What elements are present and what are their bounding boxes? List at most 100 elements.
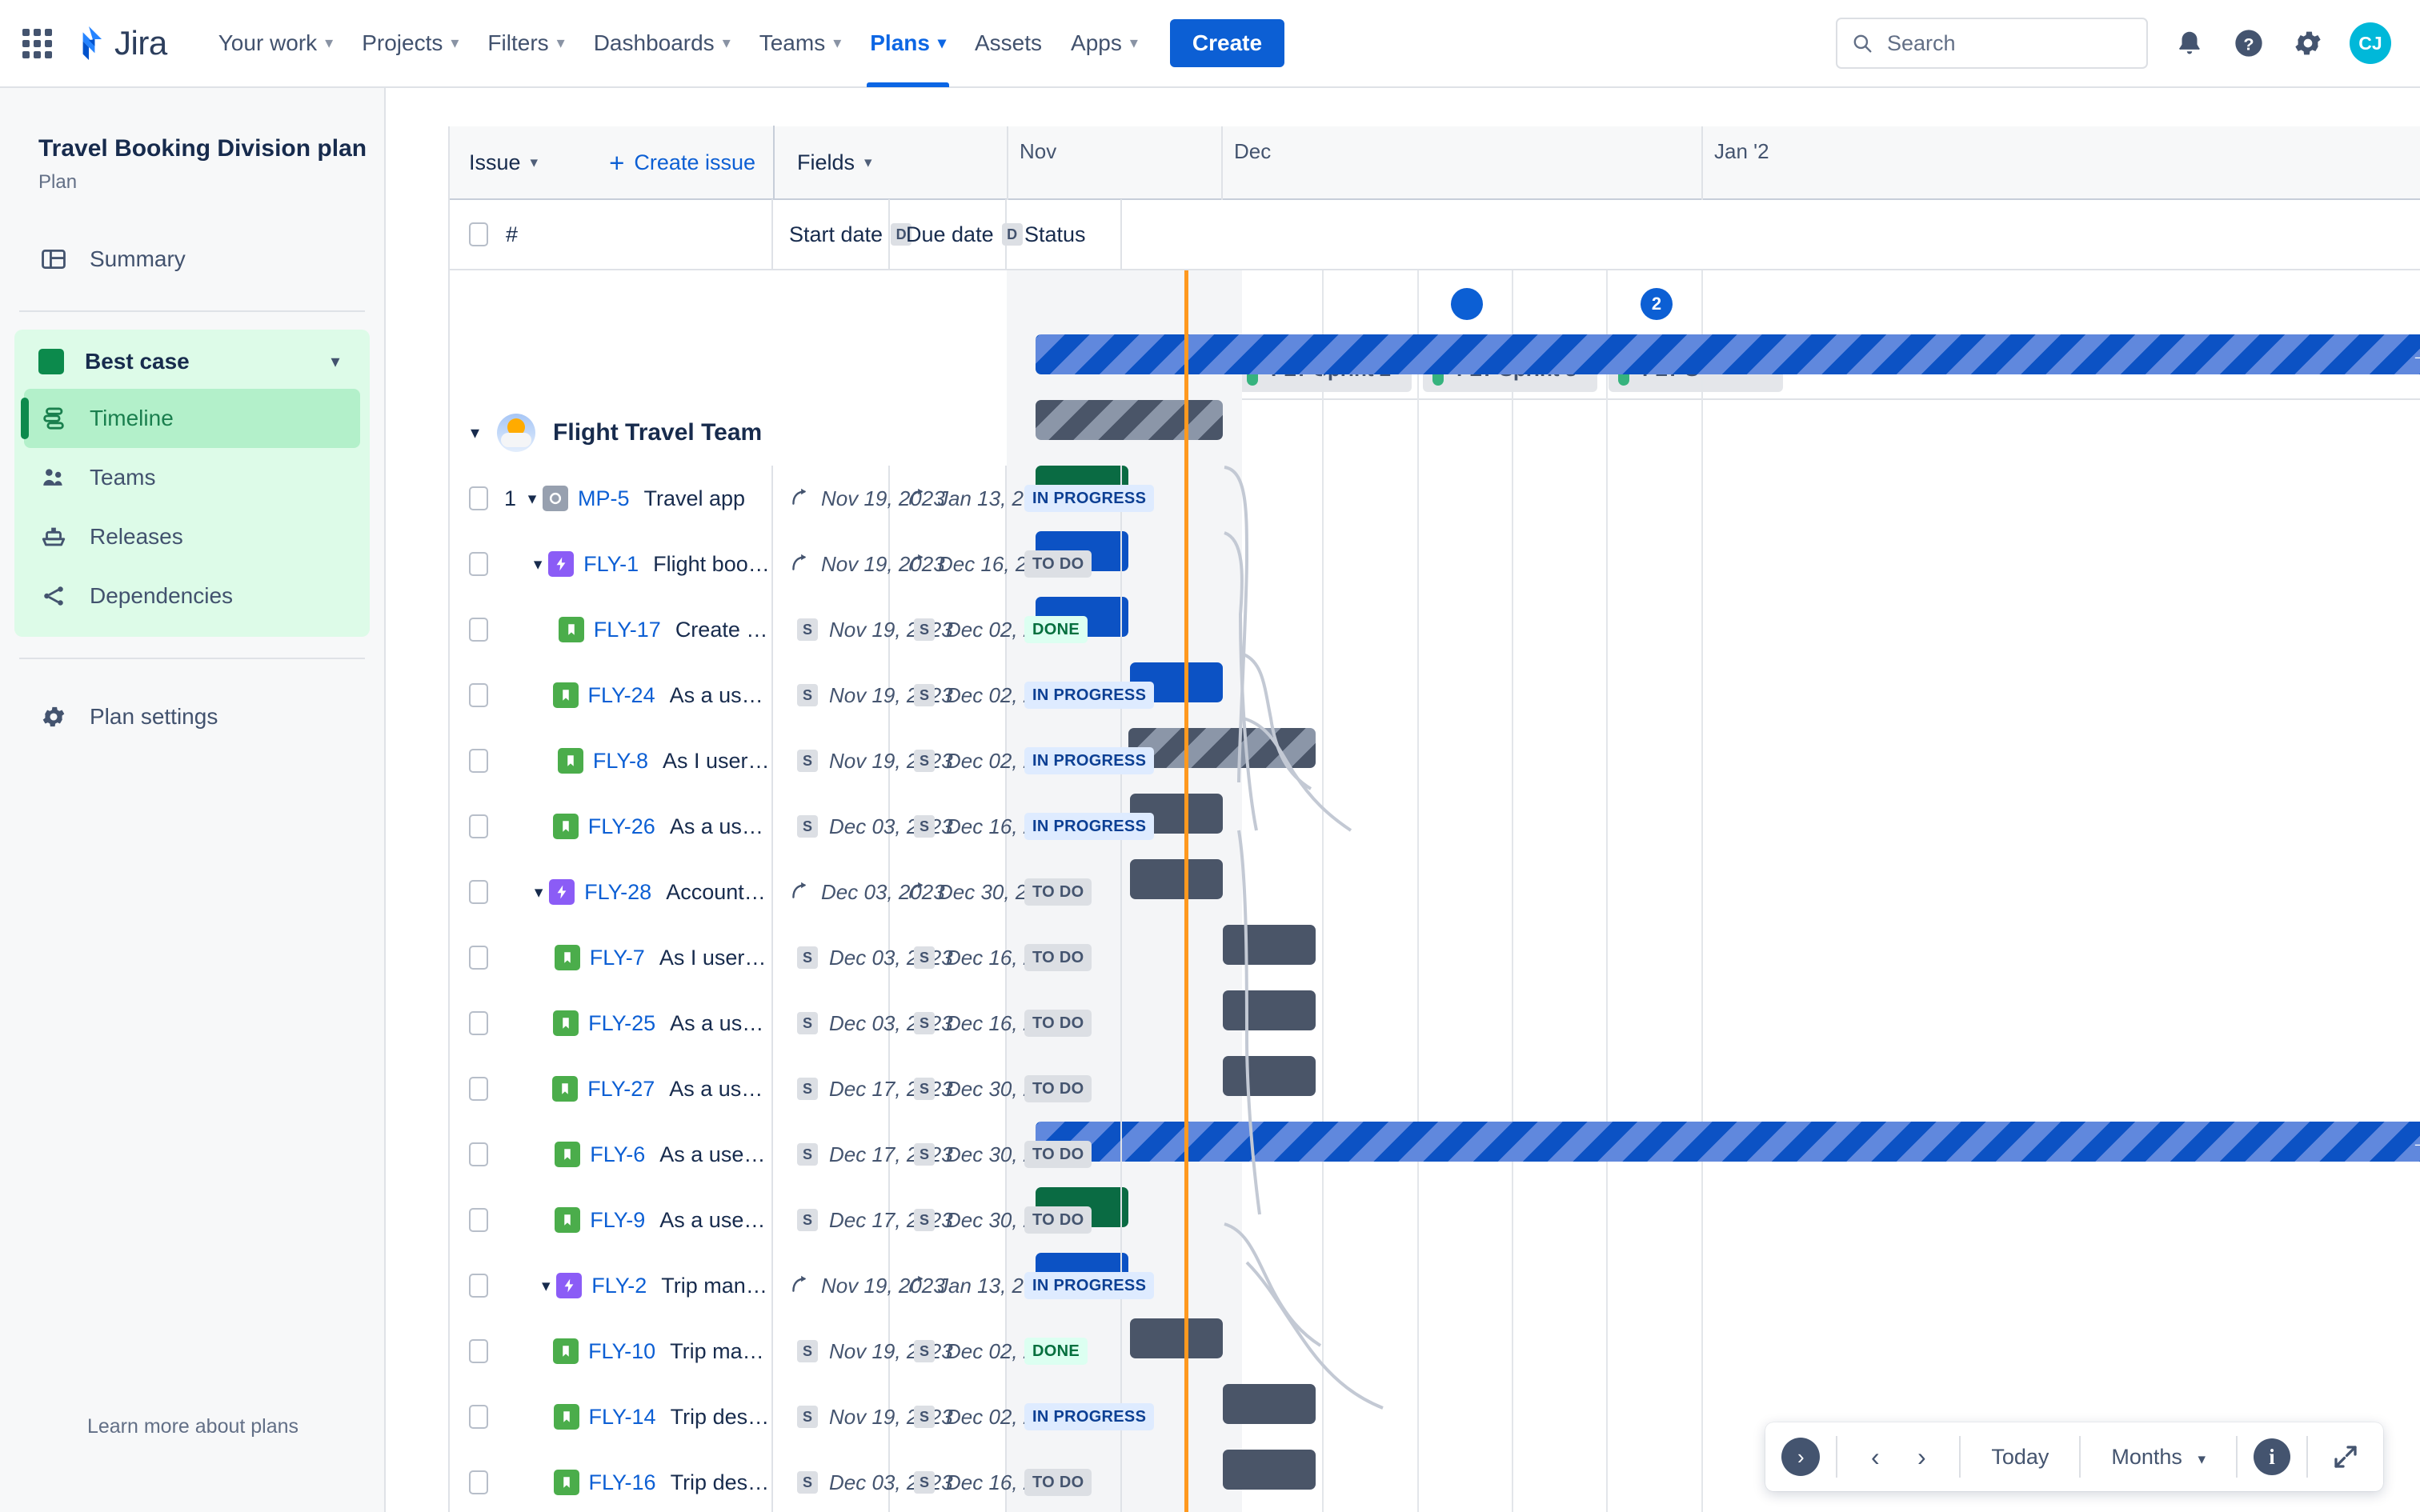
row-start-date-cell[interactable]: S Nov 19, 2023: [773, 1384, 953, 1450]
nav-item-teams[interactable]: Teams ▾: [745, 0, 856, 87]
issue-key-link[interactable]: MP-5: [578, 486, 630, 511]
row-due-date-cell[interactable]: S Dec 30, 2023: [890, 1187, 1070, 1253]
zoom-level-dropdown[interactable]: Months ▾: [2097, 1445, 2220, 1470]
search-input[interactable]: [1885, 30, 2132, 57]
row-checkbox[interactable]: [469, 1077, 488, 1101]
sidebar-item-teams[interactable]: Teams: [24, 448, 360, 507]
table-row[interactable]: FLY-10 Trip management backend …SNov 19, …: [450, 1318, 2420, 1384]
row-due-date-cell[interactable]: Jan 13, 2024: [890, 466, 1058, 531]
column-header-due-date[interactable]: Due date D: [890, 199, 1023, 270]
info-icon[interactable]: i: [2254, 1438, 2290, 1475]
row-due-date-cell[interactable]: S Dec 16, 2023: [890, 990, 1070, 1056]
jira-home-link[interactable]: Jira: [73, 24, 167, 62]
scenario-selector[interactable]: Best case ▾: [14, 334, 370, 389]
row-due-date-cell[interactable]: Dec 16, 2023: [890, 531, 1062, 597]
row-checkbox[interactable]: [469, 1142, 488, 1166]
row-due-date-cell[interactable]: S Dec 16, 2023: [890, 794, 1070, 859]
row-status-cell[interactable]: IN PROGRESS: [1007, 466, 1155, 531]
sidebar-item-releases[interactable]: Releases: [24, 507, 360, 566]
chevron-down-icon[interactable]: ▾: [522, 489, 543, 509]
row-status-cell[interactable]: TO DO: [1007, 990, 1122, 1056]
nav-item-projects[interactable]: Projects ▾: [347, 0, 473, 87]
status-badge[interactable]: TO DO: [1024, 1010, 1092, 1037]
expand-right-icon[interactable]: ›: [1781, 1438, 1821, 1476]
row-status-cell[interactable]: DONE: [1007, 1318, 1122, 1384]
row-status-cell[interactable]: TO DO: [1007, 1122, 1122, 1187]
row-start-date-cell[interactable]: S Dec 17, 2023: [773, 1187, 953, 1253]
table-row[interactable]: FLY-26As a user I can pay with cre…SDec …: [450, 794, 2420, 859]
column-header-status[interactable]: Status: [1007, 199, 1122, 270]
issue-key-link[interactable]: FLY-28: [584, 880, 651, 905]
chevron-down-icon[interactable]: ▾: [535, 1276, 556, 1296]
issue-key-link[interactable]: FLY-27: [587, 1077, 655, 1102]
table-row[interactable]: FLY-8 As I user I can book a flightSNov 1…: [450, 728, 2420, 794]
row-status-cell[interactable]: IN PROGRESS: [1007, 1253, 1155, 1318]
row-status-cell[interactable]: IN PROGRESS: [1007, 794, 1155, 859]
row-checkbox[interactable]: [469, 1274, 488, 1298]
gantt-bar[interactable]: →: [1036, 334, 2420, 374]
row-due-date-cell[interactable]: S Dec 02, 2023: [890, 1318, 1070, 1384]
row-start-date-cell[interactable]: Nov 19, 2023: [773, 466, 945, 531]
table-row[interactable]: FLY-17 Create new trips wizardSNov 19, 20…: [450, 597, 2420, 662]
issue-key-link[interactable]: FLY-17: [594, 618, 661, 642]
status-badge[interactable]: IN PROGRESS: [1024, 682, 1155, 709]
row-checkbox[interactable]: [469, 880, 488, 904]
issue-key-link[interactable]: FLY-24: [588, 683, 655, 708]
table-row[interactable]: ▾ FLY-28 Account managementDec 03, 2023Dec…: [450, 859, 2420, 925]
today-button[interactable]: Today: [1977, 1445, 2063, 1470]
chevron-down-icon[interactable]: ▾: [471, 422, 479, 443]
row-checkbox[interactable]: [469, 683, 488, 707]
chevron-down-icon[interactable]: ▾: [527, 554, 548, 574]
nav-item-apps[interactable]: Apps ▾: [1056, 0, 1152, 87]
row-checkbox[interactable]: [469, 1011, 488, 1035]
issue-key-link[interactable]: FLY-6: [590, 1142, 645, 1167]
row-due-date-cell[interactable]: S Dec 02, 2023: [890, 597, 1070, 662]
row-due-date-cell[interactable]: S Dec 30, 2023: [890, 1056, 1070, 1122]
notifications-icon[interactable]: [2172, 26, 2207, 61]
row-start-date-cell[interactable]: S Dec 03, 2023: [773, 990, 953, 1056]
row-due-date-cell[interactable]: Dec 30, 2023: [890, 859, 1062, 925]
nav-item-assets[interactable]: Assets: [960, 0, 1056, 87]
row-status-cell[interactable]: DONE: [1007, 597, 1122, 662]
learn-more-link[interactable]: Learn more about plans: [0, 1415, 386, 1438]
row-start-date-cell[interactable]: S Dec 03, 2023: [773, 1450, 953, 1512]
table-row[interactable]: FLY-7As I user I can edit my accou…SDec …: [450, 925, 2420, 990]
row-start-date-cell[interactable]: Dec 03, 2023: [773, 859, 945, 925]
row-due-date-cell[interactable]: S Dec 02, 2023: [890, 1384, 1070, 1450]
row-status-cell[interactable]: TO DO: [1007, 859, 1122, 925]
fullscreen-icon[interactable]: [2324, 1435, 2367, 1478]
row-status-cell[interactable]: TO DO: [1007, 1056, 1122, 1122]
nav-item-dashboards[interactable]: Dashboards ▾: [579, 0, 745, 87]
issue-key-link[interactable]: FLY-1: [583, 552, 639, 577]
status-badge[interactable]: TO DO: [1024, 1469, 1092, 1496]
row-start-date-cell[interactable]: S Dec 03, 2023: [773, 925, 953, 990]
table-row[interactable]: ▾ FLY-2 Trip managementNov 19, 2023Jan 13,…: [450, 1253, 2420, 1318]
row-due-date-cell[interactable]: S Dec 02, 2023: [890, 662, 1070, 728]
row-start-date-cell[interactable]: S Nov 19, 2023: [773, 662, 953, 728]
row-start-date-cell[interactable]: S Nov 19, 2023: [773, 1318, 953, 1384]
table-row[interactable]: 1 ▾ MP-5 Travel app Nov 19, 2023 Jan 13, 2024…: [450, 466, 2420, 531]
table-row[interactable]: FLY-9As a user I can log into the s…SDec…: [450, 1187, 2420, 1253]
row-start-date-cell[interactable]: S Nov 19, 2023: [773, 728, 953, 794]
sidebar-item-summary[interactable]: Summary: [14, 229, 370, 290]
nav-item-filters[interactable]: Filters ▾: [473, 0, 579, 87]
user-avatar[interactable]: CJ: [2350, 22, 2391, 64]
create-button[interactable]: Create: [1169, 19, 1285, 67]
row-status-cell[interactable]: TO DO: [1007, 531, 1122, 597]
status-badge[interactable]: DONE: [1024, 1338, 1088, 1365]
row-checkbox[interactable]: [469, 1208, 488, 1232]
issue-filter-dropdown[interactable]: Issue ▾: [469, 150, 538, 175]
nav-item-your-work[interactable]: Your work ▾: [204, 0, 348, 87]
fields-dropdown[interactable]: Fields ▾: [797, 150, 872, 175]
row-start-date-cell[interactable]: Nov 19, 2023: [773, 1253, 945, 1318]
row-start-date-cell[interactable]: S Dec 17, 2023: [773, 1122, 953, 1187]
table-row[interactable]: FLY-24 As a user I can create a cus…SNov …: [450, 662, 2420, 728]
status-badge[interactable]: IN PROGRESS: [1024, 747, 1155, 774]
row-checkbox[interactable]: [469, 618, 488, 642]
issue-key-link[interactable]: FLY-16: [589, 1470, 656, 1495]
row-due-date-cell[interactable]: S Dec 16, 2023: [890, 1450, 1070, 1512]
issue-key-link[interactable]: FLY-14: [589, 1405, 656, 1430]
search-box[interactable]: [1836, 18, 2148, 69]
row-checkbox[interactable]: [469, 1470, 488, 1494]
row-due-date-cell[interactable]: Jan 13, 2024: [890, 1253, 1058, 1318]
